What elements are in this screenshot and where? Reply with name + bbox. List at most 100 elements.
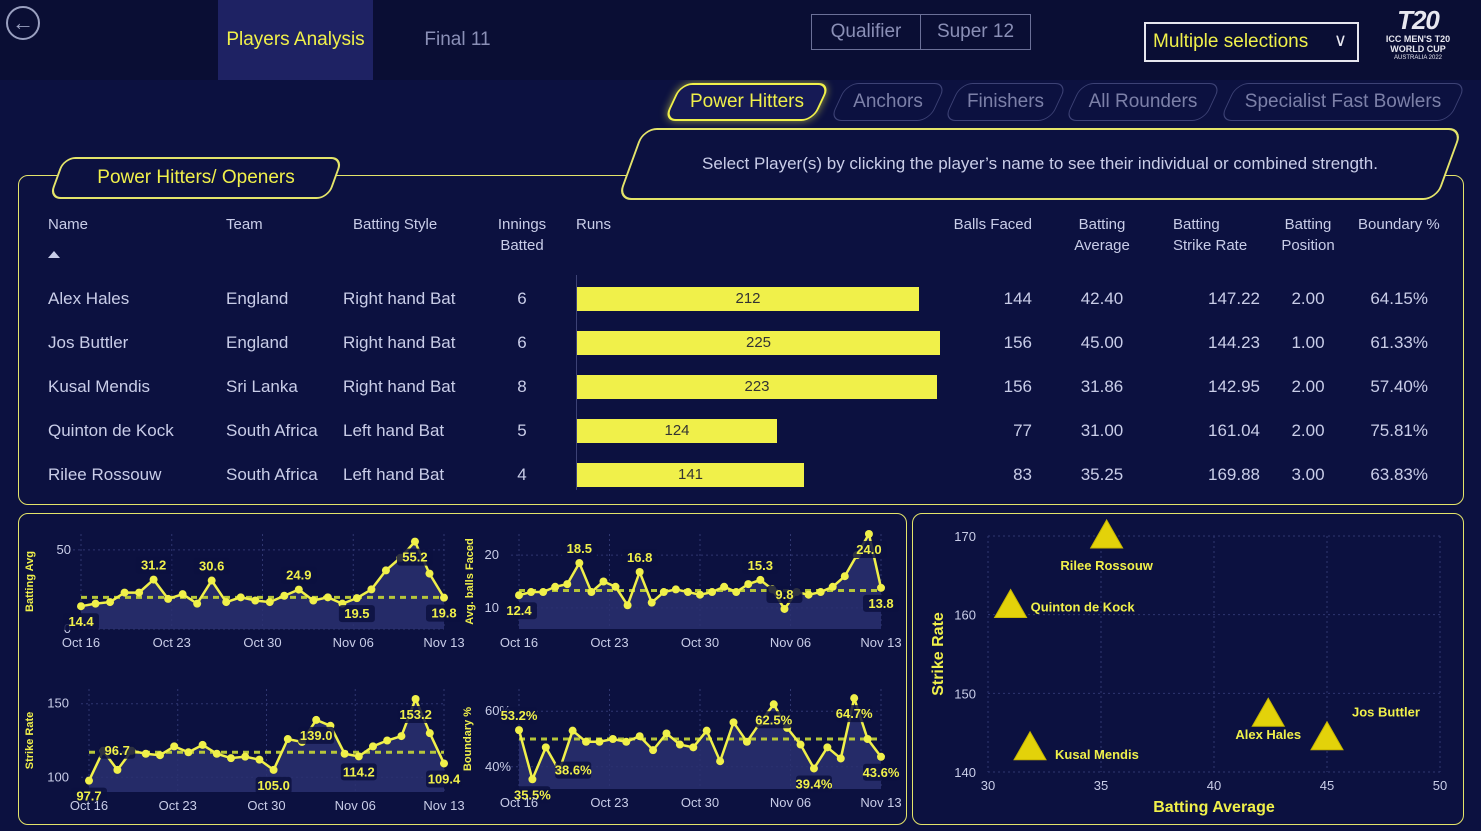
trend-charts-panel: 05014.431.230.624.919.555.219.8Oct 16Oct… [18, 513, 907, 825]
data-point [198, 740, 207, 749]
data-label: 19.5 [344, 606, 369, 621]
column-header-innings[interactable]: Innings Batted [486, 214, 558, 256]
data-point [568, 726, 577, 735]
x-tick-label: Oct 16 [62, 635, 100, 650]
player-name[interactable]: Rilee Rossouw [48, 465, 208, 485]
y-tick-label: 170 [954, 529, 976, 544]
player-name[interactable]: Jos Buttler [48, 333, 208, 353]
trend-chart-3: 10015097.796.7105.0139.0114.2153.2109.4O… [24, 689, 465, 813]
x-tick-label: Nov 13 [423, 798, 464, 813]
y-tick-label: 160 [954, 608, 976, 623]
y-axis-label: Batting Avg [24, 551, 36, 612]
column-header-batting-average[interactable]: Batting Average [1060, 214, 1144, 256]
column-header-batting-style[interactable]: Batting Style [353, 214, 437, 235]
data-point [294, 585, 303, 594]
scatter-chart-svg: 140 150 160 170 30 35 40 45 50 Batting Average Str… [930, 518, 1447, 816]
data-point [780, 604, 789, 613]
runs-bar-label: 212 [735, 290, 761, 307]
balls-faced-cell: 144 [1003, 289, 1032, 308]
stage-qualifier-button[interactable]: Qualifier [811, 14, 921, 50]
team-cell: Sri Lanka [226, 377, 298, 396]
batting-average-cell: 31.00 [1080, 421, 1124, 440]
t20-world-cup-logo: T20 ICC MEN'S T20 WORLD CUP AUSTRALIA 20… [1384, 6, 1452, 72]
x-tick-label: 50 [1433, 778, 1447, 793]
header-line: Batting [1284, 216, 1332, 233]
player-name[interactable]: Alex Hales [48, 289, 208, 309]
data-point [425, 569, 434, 578]
data-label: 18.5 [567, 541, 592, 556]
data-point [756, 575, 765, 584]
x-tick-label: 35 [1094, 778, 1108, 793]
data-label: 9.8 [775, 587, 793, 602]
column-header-name[interactable]: Name [48, 214, 88, 235]
player-label: Alex Hales [1235, 727, 1301, 742]
data-point [309, 596, 318, 605]
x-tick-label: 30 [981, 778, 995, 793]
player-name[interactable]: Kusal Mendis [48, 377, 208, 397]
player-label: Quinton de Kock [1031, 599, 1136, 614]
trend-chart-4: 40%60%53.2%35.5%38.6%62.5%39.4%64.7%43.6… [462, 689, 902, 810]
trend-charts-svg: 05014.431.230.624.919.555.219.8Oct 16Oct… [24, 530, 902, 813]
column-header-batting-position[interactable]: Batting Position [1270, 214, 1346, 256]
boundary-pct-cell: 75.81% [1370, 421, 1428, 440]
player-selection-dropdown[interactable]: Multiple selections ∨ [1144, 22, 1359, 62]
player-name[interactable]: Quinton de Kock [48, 421, 208, 441]
data-point [720, 582, 729, 591]
x-tick-label: Oct 30 [247, 798, 285, 813]
y-tick-label: 50 [57, 542, 71, 557]
data-point [716, 757, 725, 766]
tab-all-rounders[interactable]: All Rounders [1073, 83, 1213, 121]
data-point [85, 776, 93, 785]
sort-ascending-icon[interactable] [48, 251, 60, 258]
logo-mark: T20 [1397, 5, 1440, 35]
selection-instruction: Select Player(s) by clicking the player’… [630, 128, 1450, 200]
logo-line-2: WORLD CUP [1390, 44, 1446, 54]
batting-average-cell: 31.86 [1080, 377, 1124, 396]
team-cell: England [226, 333, 289, 352]
data-point [265, 598, 274, 607]
y-tick-label: 10 [485, 600, 499, 615]
balls-faced-cell: 156 [1003, 377, 1032, 396]
data-point [352, 594, 361, 603]
tab-final-11[interactable]: Final 11 [405, 0, 510, 80]
x-tick-label: Nov 06 [770, 795, 811, 810]
data-point [156, 751, 164, 760]
data-point [649, 746, 658, 755]
tab-players-analysis[interactable]: Players Analysis [218, 0, 373, 80]
data-point [164, 594, 173, 603]
data-point [193, 599, 202, 608]
dropdown-value: Multiple selections [1153, 31, 1309, 52]
data-point [135, 588, 144, 597]
data-point [91, 599, 100, 608]
column-header-strike-rate[interactable]: Batting Strike Rate [1168, 214, 1260, 256]
back-arrow-icon[interactable]: ← [6, 6, 40, 40]
data-point [369, 742, 377, 751]
column-header-balls-faced[interactable]: Balls Faced [940, 214, 1032, 235]
data-point [647, 598, 656, 607]
tab-anchors[interactable]: Anchors [838, 83, 938, 121]
stage-super-12-button[interactable]: Super 12 [921, 14, 1031, 50]
column-header-boundary-pct[interactable]: Boundary % [1358, 214, 1440, 235]
balls-faced-cell: 83 [1013, 465, 1032, 484]
data-point [515, 726, 523, 735]
x-tick-label: Oct 23 [590, 795, 628, 810]
tab-finishers[interactable]: Finishers [952, 83, 1059, 121]
data-point [367, 585, 376, 594]
y-axis-label: Strike Rate [24, 712, 36, 769]
tab-power-hitters[interactable]: Power Hitters [672, 83, 822, 121]
innings-cell: 5 [517, 421, 527, 440]
data-point [575, 559, 584, 568]
tab-specialist-fast-bowlers[interactable]: Specialist Fast Bowlers [1228, 83, 1458, 121]
header-line: Batting [1173, 216, 1220, 233]
column-header-team[interactable]: Team [226, 214, 263, 235]
data-point [732, 588, 741, 597]
data-point [551, 582, 560, 591]
data-point [354, 752, 363, 761]
data-label: 139.0 [300, 728, 333, 743]
data-label: 105.0 [257, 778, 290, 793]
batting-average-cell: 42.40 [1080, 289, 1124, 308]
batting-position-cell: 2.00 [1291, 289, 1325, 308]
data-point [212, 749, 221, 758]
column-header-runs[interactable]: Runs [576, 214, 611, 235]
batting-style-cell: Right hand Bat [343, 377, 456, 396]
